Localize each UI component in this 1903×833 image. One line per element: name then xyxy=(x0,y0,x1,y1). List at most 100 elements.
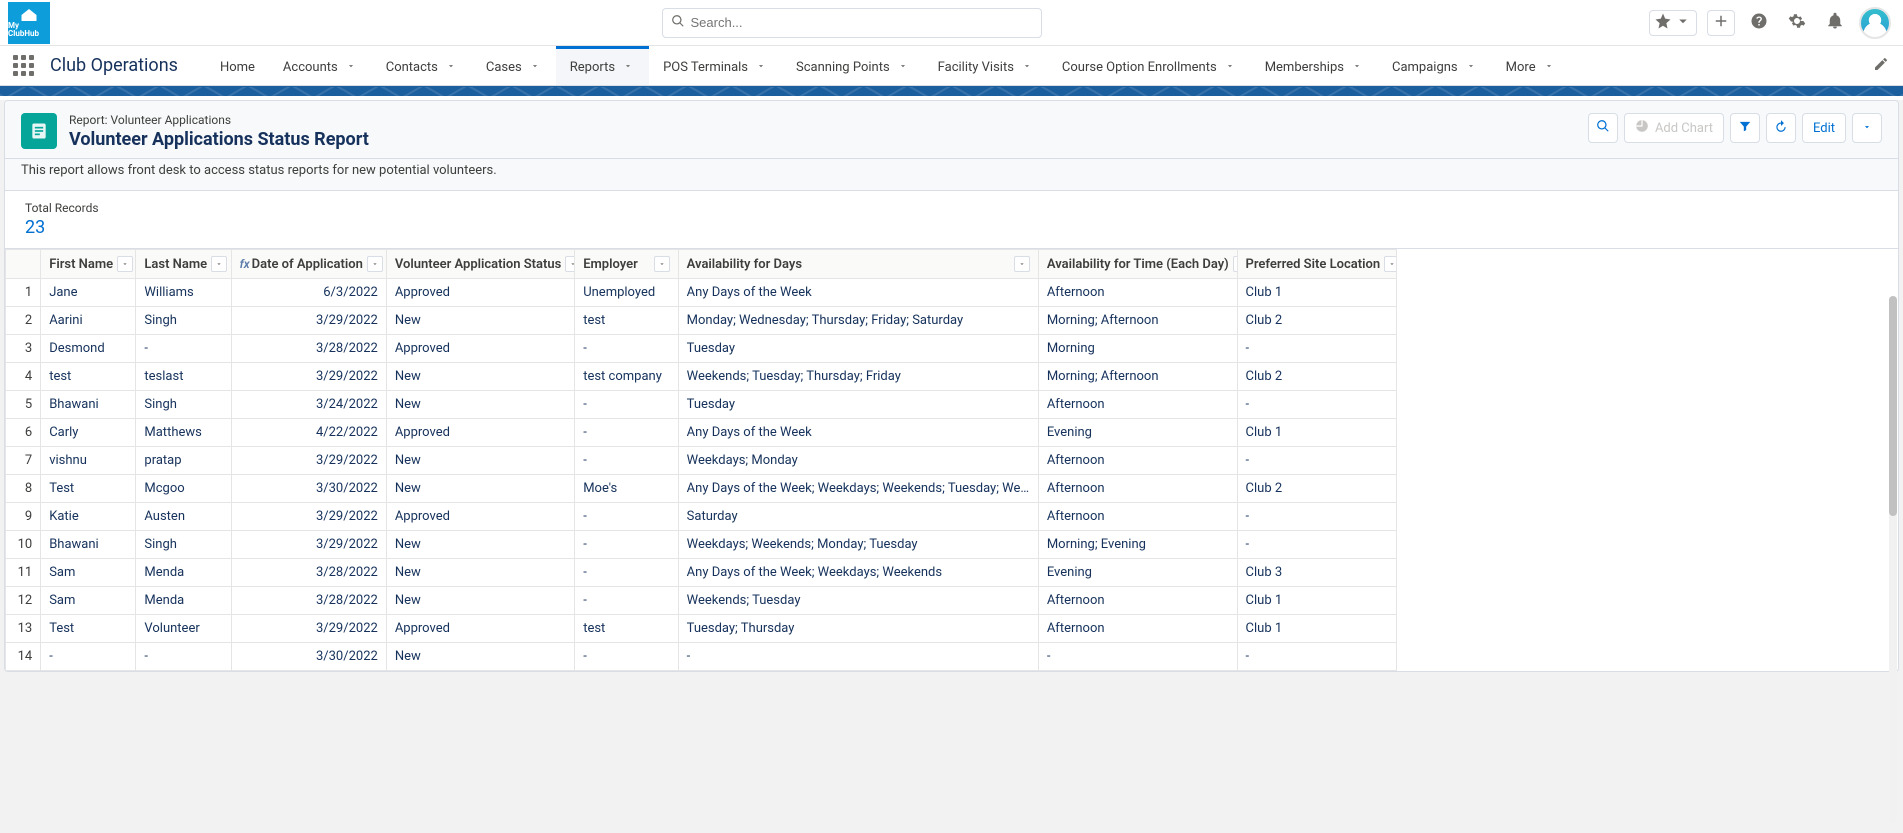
report-search-button[interactable] xyxy=(1588,113,1618,143)
column-header[interactable]: Preferred Site Location xyxy=(1237,250,1396,279)
report-description: This report allows front desk to access … xyxy=(5,159,1898,191)
user-avatar[interactable] xyxy=(1859,7,1891,39)
column-menu-button[interactable] xyxy=(1384,256,1396,272)
column-header[interactable]: First Name xyxy=(41,250,136,279)
nav-item-course-option-enrollments[interactable]: Course Option Enrollments xyxy=(1048,46,1251,85)
edit-button[interactable]: Edit xyxy=(1802,113,1846,143)
column-header[interactable]: Availability for Days xyxy=(678,250,1038,279)
cell-date: 3/24/2022 xyxy=(231,391,386,419)
favorites-button[interactable] xyxy=(1649,10,1697,36)
notifications-button[interactable] xyxy=(1821,9,1849,37)
refresh-button[interactable] xyxy=(1766,113,1796,143)
more-actions-button[interactable] xyxy=(1852,113,1882,143)
cell-site: Club 1 xyxy=(1237,419,1396,447)
nav-item-accounts[interactable]: Accounts xyxy=(269,46,372,85)
cell-last-name: Singh xyxy=(136,391,231,419)
nav-item-facility-visits[interactable]: Facility Visits xyxy=(924,46,1048,85)
table-row: 13TestVolunteer3/29/2022ApprovedtestTues… xyxy=(6,615,1397,643)
chevron-down-icon[interactable] xyxy=(1542,58,1556,77)
column-header[interactable]: Last Name xyxy=(136,250,231,279)
gear-icon xyxy=(1788,12,1806,34)
chevron-down-icon[interactable] xyxy=(1223,58,1237,77)
cell-status: New xyxy=(386,587,574,615)
column-header[interactable]: Volunteer Application Status xyxy=(386,250,574,279)
chevron-down-icon[interactable] xyxy=(444,58,458,77)
chevron-down-icon[interactable] xyxy=(754,58,768,77)
column-header[interactable]: Employer xyxy=(575,250,678,279)
nav-item-more[interactable]: More xyxy=(1492,46,1570,85)
chevron-down-icon[interactable] xyxy=(528,58,542,77)
column-menu-button[interactable] xyxy=(654,256,670,272)
global-actions-button[interactable] xyxy=(1707,10,1735,36)
row-number-cell: 14 xyxy=(6,643,41,671)
edit-label: Edit xyxy=(1813,121,1835,136)
chevron-down-icon[interactable] xyxy=(896,58,910,77)
row-number-cell: 13 xyxy=(6,615,41,643)
column-header[interactable]: Availability for Time (Each Day) xyxy=(1038,250,1237,279)
nav-item-label: Reports xyxy=(570,60,615,75)
chevron-down-icon xyxy=(1862,121,1872,136)
search-input[interactable] xyxy=(691,15,1033,30)
nav-item-cases[interactable]: Cases xyxy=(472,46,556,85)
pencil-icon xyxy=(1873,56,1889,76)
cell-first-name: Aarini xyxy=(41,307,136,335)
nav-item-campaigns[interactable]: Campaigns xyxy=(1378,46,1492,85)
app-logo[interactable]: My ClubHub xyxy=(8,2,50,44)
cell-last-name: Williams xyxy=(136,279,231,307)
cell-last-name: Mcgoo xyxy=(136,475,231,503)
cell-date: 3/29/2022 xyxy=(231,307,386,335)
nav-item-reports[interactable]: Reports xyxy=(556,46,649,85)
nav-item-home[interactable]: Home xyxy=(206,46,269,85)
add-chart-button[interactable]: Add Chart xyxy=(1624,113,1724,143)
cell-site: - xyxy=(1237,447,1396,475)
table-row: 6CarlyMatthews4/22/2022Approved-Any Days… xyxy=(6,419,1397,447)
column-label: Preferred Site Location xyxy=(1246,257,1381,272)
column-menu-button[interactable] xyxy=(1014,256,1030,272)
cell-days: Monday; Wednesday; Thursday; Friday; Sat… xyxy=(678,307,1038,335)
help-button[interactable] xyxy=(1745,9,1773,37)
scrollbar-thumb[interactable] xyxy=(1889,296,1897,516)
cell-site: - xyxy=(1237,503,1396,531)
cell-status: Approved xyxy=(386,503,574,531)
column-label: Employer xyxy=(583,257,638,272)
report-table-scroll[interactable]: First NameLast NamefxDate of Application… xyxy=(5,248,1898,671)
column-label: Availability for Days xyxy=(687,257,802,272)
chevron-down-icon[interactable] xyxy=(1020,58,1034,77)
cell-first-name: - xyxy=(41,643,136,671)
vertical-scrollbar[interactable] xyxy=(1889,296,1897,823)
chevron-down-icon[interactable] xyxy=(1464,58,1478,77)
cell-employer: test xyxy=(575,307,678,335)
column-menu-button[interactable] xyxy=(565,256,574,272)
global-search[interactable] xyxy=(662,8,1042,38)
row-number-cell: 6 xyxy=(6,419,41,447)
cell-days: Tuesday; Thursday xyxy=(678,615,1038,643)
cell-site: Club 2 xyxy=(1237,363,1396,391)
nav-item-pos-terminals[interactable]: POS Terminals xyxy=(649,46,782,85)
column-label: Availability for Time (Each Day) xyxy=(1047,257,1229,272)
cell-days: Weekends; Tuesday xyxy=(678,587,1038,615)
cell-last-name: Singh xyxy=(136,307,231,335)
cell-first-name: Bhawani xyxy=(41,391,136,419)
nav-item-memberships[interactable]: Memberships xyxy=(1251,46,1378,85)
chevron-down-icon[interactable] xyxy=(621,58,635,77)
cell-status: Approved xyxy=(386,335,574,363)
nav-edit-button[interactable] xyxy=(1867,52,1895,80)
setup-button[interactable] xyxy=(1783,9,1811,37)
column-header[interactable]: fxDate of Application xyxy=(231,250,386,279)
column-menu-button[interactable] xyxy=(367,256,383,272)
chevron-down-icon[interactable] xyxy=(1350,58,1364,77)
chevron-down-icon[interactable] xyxy=(344,58,358,77)
cell-days: Tuesday xyxy=(678,335,1038,363)
filter-button[interactable] xyxy=(1730,113,1760,143)
nav-item-label: Contacts xyxy=(386,60,438,75)
cell-time: Afternoon xyxy=(1038,615,1237,643)
totals-block: Total Records 23 xyxy=(5,191,1898,242)
column-menu-button[interactable] xyxy=(117,256,133,272)
nav-item-contacts[interactable]: Contacts xyxy=(372,46,472,85)
nav-item-scanning-points[interactable]: Scanning Points xyxy=(782,46,924,85)
cell-status: New xyxy=(386,559,574,587)
column-menu-button[interactable] xyxy=(211,256,227,272)
app-launcher-icon[interactable] xyxy=(8,51,38,81)
cell-date: 6/3/2022 xyxy=(231,279,386,307)
star-icon xyxy=(1654,12,1672,34)
